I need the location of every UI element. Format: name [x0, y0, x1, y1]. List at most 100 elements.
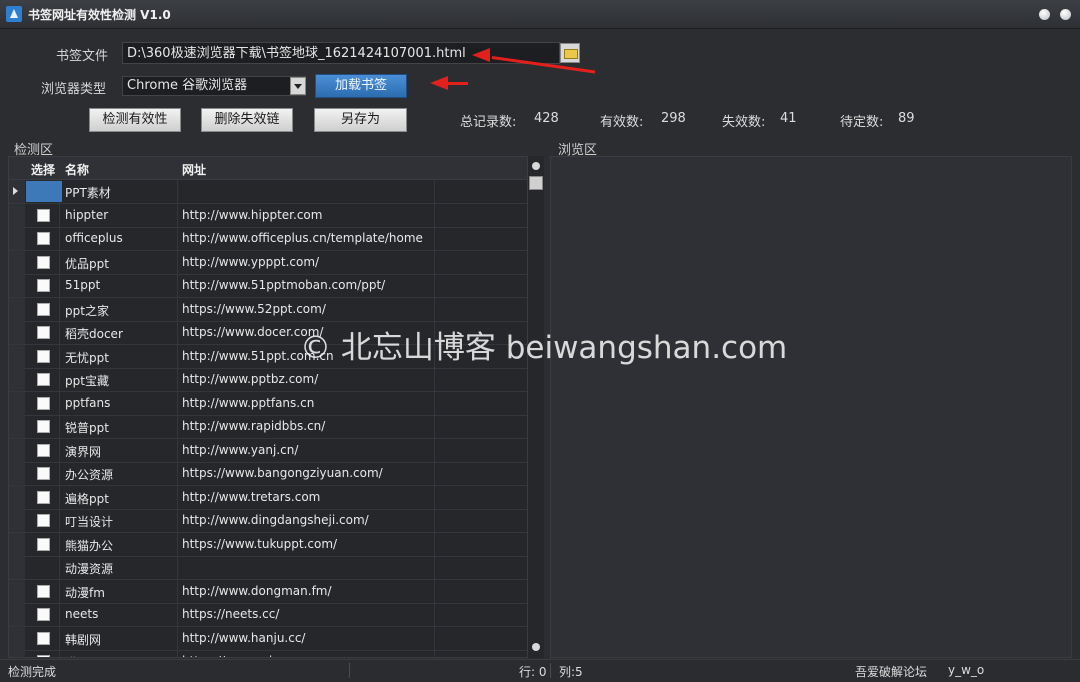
row-header[interactable]	[9, 321, 25, 344]
minimize-button[interactable]	[1039, 9, 1050, 20]
table-row[interactable]: 演界网 http://www.yanj.cn/	[9, 438, 527, 463]
row-checkbox[interactable]	[37, 584, 50, 598]
table-row[interactable]: hippter http://www.hippter.com	[9, 203, 527, 228]
cell-url[interactable]: http://www.hanju.cc/	[182, 631, 305, 645]
cell-url[interactable]: https://www.tukuppt.com/	[182, 537, 337, 551]
row-header[interactable]	[9, 415, 25, 438]
cell-url[interactable]: http://www.officeplus.cn/template/home	[182, 231, 423, 245]
vertical-scrollbar[interactable]	[528, 156, 544, 658]
table-row[interactable]: 优品ppt http://www.ypppt.com/	[9, 250, 527, 275]
row-checkbox[interactable]	[37, 537, 50, 551]
cell-name[interactable]: 无忧ppt	[65, 349, 109, 366]
cell-name[interactable]: 韩剧网	[65, 631, 101, 648]
cell-url[interactable]: http://www.yanj.cn/	[182, 443, 298, 457]
row-checkbox[interactable]	[37, 232, 50, 245]
close-button[interactable]	[1060, 9, 1071, 20]
row-header[interactable]	[9, 556, 25, 579]
row-header[interactable]	[9, 344, 25, 368]
cell-url[interactable]: http://www.dongman.fm/	[182, 584, 332, 598]
cell-name[interactable]: 51ppt	[65, 278, 100, 292]
row-header[interactable]	[9, 227, 25, 250]
row-checkbox[interactable]	[37, 467, 50, 480]
row-checkbox[interactable]	[37, 490, 50, 504]
cell-url[interactable]: http://www.pptfans.cn	[182, 396, 314, 410]
row-header[interactable]	[9, 579, 25, 603]
column-select[interactable]: 选择	[31, 161, 55, 178]
folder-open-icon[interactable]	[560, 43, 580, 63]
cell-name[interactable]: 叮当设计	[65, 513, 113, 530]
cell-name[interactable]: 稻壳docer	[65, 325, 123, 342]
row-header[interactable]	[9, 650, 25, 657]
scroll-down-icon[interactable]	[532, 643, 540, 651]
row-header[interactable]	[9, 626, 25, 650]
cell-name[interactable]: 优品ppt	[65, 255, 109, 272]
table-group-row[interactable]: 动漫资源	[9, 556, 527, 580]
cell-url[interactable]: http://www.ypppt.com/	[182, 255, 319, 269]
row-header[interactable]	[9, 462, 25, 485]
save-as-button[interactable]: 另存为	[314, 108, 407, 132]
row-header[interactable]	[9, 203, 25, 227]
table-row[interactable]: ppt宝藏 http://www.pptbz.com/	[9, 368, 527, 392]
cell-name[interactable]: officeplus	[65, 231, 123, 245]
row-checkbox[interactable]	[37, 255, 50, 269]
table-group-row[interactable]: PPT素材	[9, 180, 527, 204]
selected-cell[interactable]	[26, 181, 62, 202]
table-row[interactable]: pptfans http://www.pptfans.cn	[9, 391, 527, 416]
table-row[interactable]: 猫耳fm https://www.missevan.com	[9, 650, 527, 657]
row-header[interactable]	[9, 297, 25, 321]
file-path-field[interactable]: D:\360极速浏览器下载\书签地球_1621424107001.html	[122, 42, 560, 64]
row-checkbox[interactable]	[37, 279, 50, 292]
row-checkbox[interactable]	[37, 514, 50, 527]
cell-name[interactable]: ppt之家	[65, 302, 109, 319]
cell-name[interactable]: ppt宝藏	[65, 372, 109, 389]
cell-url[interactable]: https://www.missevan.com	[182, 654, 344, 657]
cell-name[interactable]: neets	[65, 607, 98, 621]
row-checkbox[interactable]	[37, 208, 50, 222]
cell-name[interactable]: 办公资源	[65, 466, 113, 483]
cell-name[interactable]: 锐普ppt	[65, 419, 109, 436]
row-checkbox[interactable]	[37, 349, 50, 363]
table-row[interactable]: 叮当设计 http://www.dingdangsheji.com/	[9, 509, 527, 533]
cell-url[interactable]: https://www.52ppt.com/	[182, 302, 326, 316]
browse-panel[interactable]	[550, 156, 1072, 658]
row-checkbox[interactable]	[37, 396, 50, 410]
cell-url[interactable]: https://www.bangongziyuan.com/	[182, 466, 383, 480]
column-name[interactable]: 名称	[65, 161, 89, 178]
cell-url[interactable]: http://www.pptbz.com/	[182, 372, 318, 386]
row-checkbox[interactable]	[37, 326, 50, 339]
load-bookmarks-button[interactable]: 加载书签	[315, 74, 407, 98]
row-header[interactable]	[9, 485, 25, 509]
chevron-down-icon[interactable]	[290, 77, 306, 95]
cell-url[interactable]: http://www.tretars.com	[182, 490, 320, 504]
table-row[interactable]: 51ppt http://www.51pptmoban.com/ppt/	[9, 274, 527, 298]
row-header[interactable]	[9, 274, 25, 297]
table-row[interactable]: 熊猫办公 https://www.tukuppt.com/	[9, 532, 527, 557]
cell-url[interactable]: http://www.rapidbbs.cn/	[182, 419, 325, 433]
row-header[interactable]	[9, 603, 25, 626]
browser-select[interactable]: Chrome 谷歌浏览器	[122, 76, 306, 96]
table-row[interactable]: 遍格ppt http://www.tretars.com	[9, 485, 527, 510]
row-checkbox[interactable]	[37, 373, 50, 386]
row-header[interactable]	[9, 250, 25, 274]
table-row[interactable]: 办公资源 https://www.bangongziyuan.com/	[9, 462, 527, 486]
delete-invalid-button[interactable]: 删除失效链	[201, 108, 293, 132]
cell-name[interactable]: 遍格ppt	[65, 490, 109, 507]
cell-url[interactable]: http://www.hippter.com	[182, 208, 322, 222]
row-checkbox[interactable]	[37, 655, 50, 657]
cell-url[interactable]: http://www.51pptmoban.com/ppt/	[182, 278, 385, 292]
table-row[interactable]: 动漫fm http://www.dongman.fm/	[9, 579, 527, 604]
table-row[interactable]: ppt之家 https://www.52ppt.com/	[9, 297, 527, 322]
row-checkbox[interactable]	[37, 631, 50, 645]
table-row[interactable]: 锐普ppt http://www.rapidbbs.cn/	[9, 415, 527, 439]
row-header[interactable]	[9, 368, 25, 391]
cell-name[interactable]: 猫耳fm	[65, 654, 105, 657]
cell-url[interactable]: https://neets.cc/	[182, 607, 279, 621]
cell-name[interactable]: 熊猫办公	[65, 537, 113, 554]
scroll-thumb[interactable]	[529, 176, 543, 190]
cell-name[interactable]: hippter	[65, 208, 108, 222]
cell-name[interactable]: 动漫fm	[65, 584, 105, 601]
cell-url[interactable]: http://www.dingdangsheji.com/	[182, 513, 369, 527]
table-row[interactable]: neets https://neets.cc/	[9, 603, 527, 627]
cell-name[interactable]: 演界网	[65, 443, 101, 460]
cell-name[interactable]: pptfans	[65, 396, 110, 410]
